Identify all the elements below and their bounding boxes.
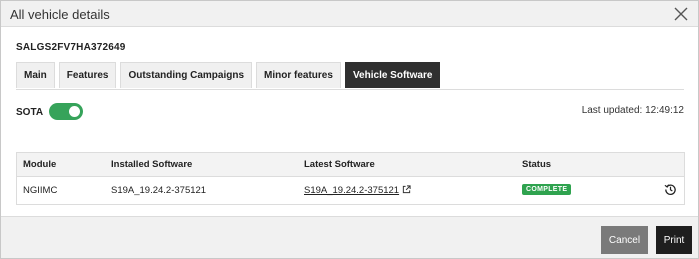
- dialog-header: All vehicle details: [1, 1, 698, 27]
- software-table: Module Installed Software Latest Softwar…: [16, 152, 685, 205]
- last-updated: Last updated: 12:49:12: [581, 105, 684, 116]
- module-cell: NGIIMC: [23, 185, 58, 196]
- header-latest-software: Latest Software: [304, 159, 375, 170]
- header-status: Status: [522, 159, 552, 170]
- tab-outstanding-campaigns[interactable]: Outstanding Campaigns: [120, 62, 253, 88]
- tab-bar: Main Features Outstanding Campaigns Mino…: [16, 62, 444, 89]
- close-icon[interactable]: [672, 5, 690, 23]
- vin-number: SALGS2FV7HA372649: [16, 42, 126, 53]
- table-header: Module Installed Software Latest Softwar…: [17, 153, 684, 177]
- tab-main[interactable]: Main: [16, 62, 55, 88]
- sota-toggle[interactable]: [49, 103, 83, 120]
- tab-minor-features[interactable]: Minor features: [256, 62, 341, 88]
- table-row: NGIIMC S19A_19.24.2-375121 S19A_19.24.2-…: [17, 177, 684, 205]
- toggle-knob: [69, 106, 80, 117]
- installed-software-cell: S19A_19.24.2-375121: [111, 185, 207, 196]
- dialog-title: All vehicle details: [10, 7, 110, 22]
- tab-vehicle-software[interactable]: Vehicle Software: [344, 62, 441, 88]
- tab-features[interactable]: Features: [58, 62, 117, 88]
- latest-software-link-wrap: S19A_19.24.2-375121: [304, 185, 411, 196]
- tab-divider: [16, 89, 684, 90]
- header-module: Module: [23, 159, 57, 170]
- cancel-button[interactable]: Cancel: [601, 226, 648, 254]
- sota-label: SOTA: [16, 107, 44, 118]
- status-badge: COMPLETE: [522, 184, 572, 195]
- header-installed-software: Installed Software: [111, 159, 193, 170]
- external-link-icon[interactable]: [402, 185, 411, 194]
- history-icon[interactable]: [664, 183, 677, 196]
- dialog-footer: Cancel Print: [1, 216, 698, 258]
- latest-software-link[interactable]: S19A_19.24.2-375121: [304, 185, 399, 196]
- vehicle-details-dialog: All vehicle details SALGS2FV7HA372649 Ma…: [0, 0, 699, 259]
- print-button[interactable]: Print: [656, 226, 692, 254]
